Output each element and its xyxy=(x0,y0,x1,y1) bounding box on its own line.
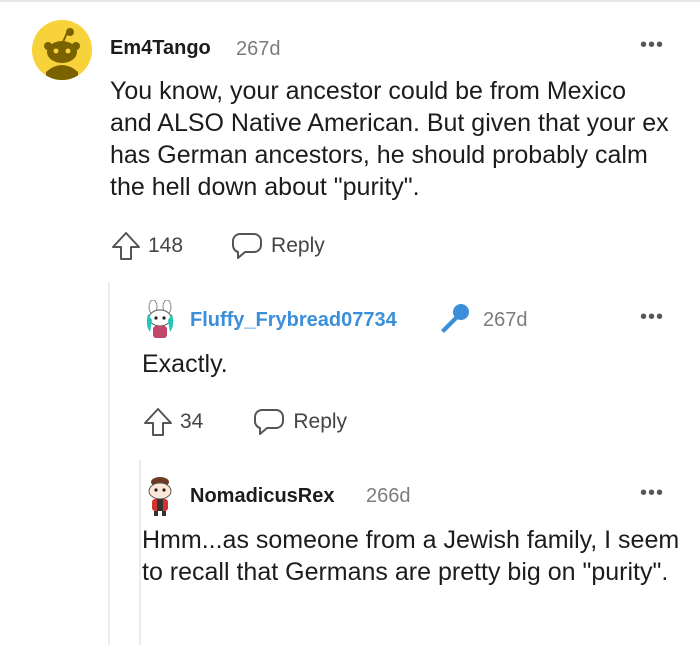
reply-label: Reply xyxy=(293,410,348,433)
upvote-arrow-icon xyxy=(144,408,172,436)
reply-label: Reply xyxy=(271,234,325,257)
microphone-icon xyxy=(441,304,469,333)
comment-actions: 148 Reply xyxy=(110,230,325,262)
comment-actions: 34 Reply xyxy=(142,406,347,438)
upvote-arrow-icon xyxy=(112,232,140,260)
comment-timestamp: 267d xyxy=(483,309,528,331)
thread-line[interactable] xyxy=(108,282,110,645)
reddit-snoo-icon xyxy=(32,20,92,80)
vote-count: 34 xyxy=(180,410,204,433)
reply-button[interactable]: Reply xyxy=(253,407,347,437)
comment-username[interactable]: NomadicusRex xyxy=(190,485,335,508)
comment-username[interactable]: Em4Tango xyxy=(110,37,211,60)
reply-bubble-icon xyxy=(254,409,285,435)
avatar[interactable] xyxy=(32,20,92,80)
comment-text: You know, your ancestor could be from Me… xyxy=(110,77,669,201)
more-options-button[interactable]: ••• xyxy=(640,482,664,505)
comment-timestamp: 266d xyxy=(366,485,411,507)
thread-line[interactable] xyxy=(139,460,141,645)
avatar[interactable] xyxy=(142,299,178,340)
microphone-badge xyxy=(436,301,472,337)
comment-username[interactable]: Fluffy_Frybread07734 xyxy=(190,309,397,332)
upvote-button[interactable]: 148 xyxy=(110,230,183,262)
avatar[interactable] xyxy=(143,476,177,516)
comment-timestamp: 267d xyxy=(236,38,281,60)
snoo-avatar-icon xyxy=(148,477,172,516)
upvote-button[interactable]: 34 xyxy=(142,406,203,438)
snoo-avatar-icon xyxy=(146,299,174,338)
more-options-button[interactable]: ••• xyxy=(640,306,664,329)
reply-bubble-icon xyxy=(232,233,263,259)
comment-text: Exactly. xyxy=(142,350,228,378)
more-options-button[interactable]: ••• xyxy=(640,34,664,57)
comment-text: Hmm...as someone from a Jewish family, I… xyxy=(142,526,680,586)
vote-count: 148 xyxy=(148,234,184,257)
top-divider xyxy=(0,0,700,2)
reply-button[interactable]: Reply xyxy=(231,231,325,261)
